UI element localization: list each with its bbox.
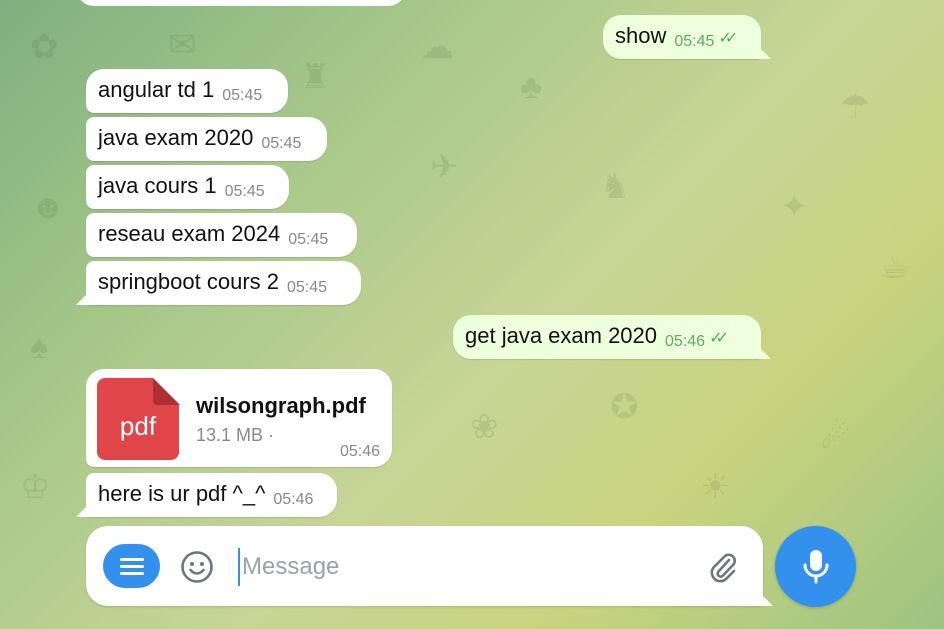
doodle-icon: ☀: [700, 468, 731, 506]
message-input[interactable]: [238, 548, 684, 586]
message-composer: [86, 526, 763, 606]
doodle-icon: ♜: [300, 58, 331, 96]
doodle-icon: ☁: [420, 28, 454, 66]
doodle-icon: ♞: [600, 168, 631, 206]
message-bubble-incoming[interactable]: angular td 1 05:45: [86, 69, 288, 113]
message-text: here is ur pdf ^_^: [98, 481, 266, 506]
doodle-icon: ♠: [30, 328, 49, 366]
doodle-icon: ✈: [430, 148, 459, 186]
message-time: 05:45: [674, 33, 715, 50]
microphone-icon: [803, 550, 829, 584]
doodle-icon: ✿: [30, 28, 59, 66]
message-time: 05:45: [287, 279, 328, 296]
menu-icon: [119, 557, 144, 561]
doodle-icon: ☕: [880, 248, 911, 286]
smile-icon[interactable]: [180, 550, 214, 584]
file-message-bubble[interactable]: pdf wilsongraph.pdf 13.1 MB · 05:46: [86, 369, 392, 467]
file-size: 13.1 MB ·: [196, 425, 275, 445]
doodle-icon: ☻: [30, 188, 66, 226]
message-time: 05:45: [288, 231, 329, 248]
message-bubble-incoming[interactable]: java exam 2020 05:45: [86, 117, 327, 161]
message-time: 05:46: [665, 333, 706, 350]
paperclip-icon[interactable]: [706, 550, 740, 584]
message-time: 05:46: [339, 443, 380, 460]
message-text: reseau exam 2024: [98, 221, 281, 246]
doodle-icon: ♣: [520, 68, 543, 106]
message-bubble-incoming[interactable]: here is ur pdf ^_^ 05:46: [86, 473, 337, 517]
message-bubble-outgoing[interactable]: get java exam 2020 05:46 ✓✓: [453, 315, 761, 359]
message-bubble-incoming[interactable]: reseau exam 2024 05:45: [86, 213, 357, 257]
double-check-icon: ✓✓: [718, 30, 738, 47]
doodle-icon: ✦: [780, 188, 809, 226]
message-text: java cours 1: [98, 173, 217, 198]
doodle-icon: ✉: [168, 26, 197, 64]
message-time: 05:45: [222, 87, 263, 104]
message-time: 05:46: [273, 491, 314, 508]
message-text: java exam 2020: [98, 125, 254, 150]
doodle-icon: ❀: [470, 408, 499, 446]
menu-button[interactable]: [103, 544, 160, 588]
doodle-icon: ☄: [820, 418, 851, 456]
doodle-icon: ♔: [20, 468, 51, 506]
message-text: get java exam 2020: [465, 323, 658, 348]
double-check-icon: ✓✓: [709, 330, 729, 347]
file-extension-label: pdf: [119, 411, 157, 441]
menu-icon-bar: [119, 571, 144, 575]
file-name[interactable]: wilsongraph.pdf: [196, 393, 366, 419]
microphone-button[interactable]: [775, 526, 856, 607]
doodle-icon: ☂: [840, 88, 871, 126]
message-bubble-incoming[interactable]: java cours 1 05:45: [86, 165, 289, 209]
menu-icon-bar: [119, 564, 144, 568]
message-text: angular td 1: [98, 77, 215, 102]
message-time: 05:45: [261, 135, 302, 152]
message-time: 05:45: [224, 183, 265, 200]
file-corner-fold: [153, 378, 180, 405]
message-text: show: [615, 23, 667, 48]
message-bubble-outgoing[interactable]: show 05:45 ✓✓: [603, 15, 761, 59]
doodle-icon: ✪: [610, 388, 639, 426]
message-bubble-incoming[interactable]: springboot cours 2 05:45: [86, 261, 361, 305]
previous-message-bubble: [76, 0, 406, 6]
message-text: springboot cours 2: [98, 269, 279, 294]
